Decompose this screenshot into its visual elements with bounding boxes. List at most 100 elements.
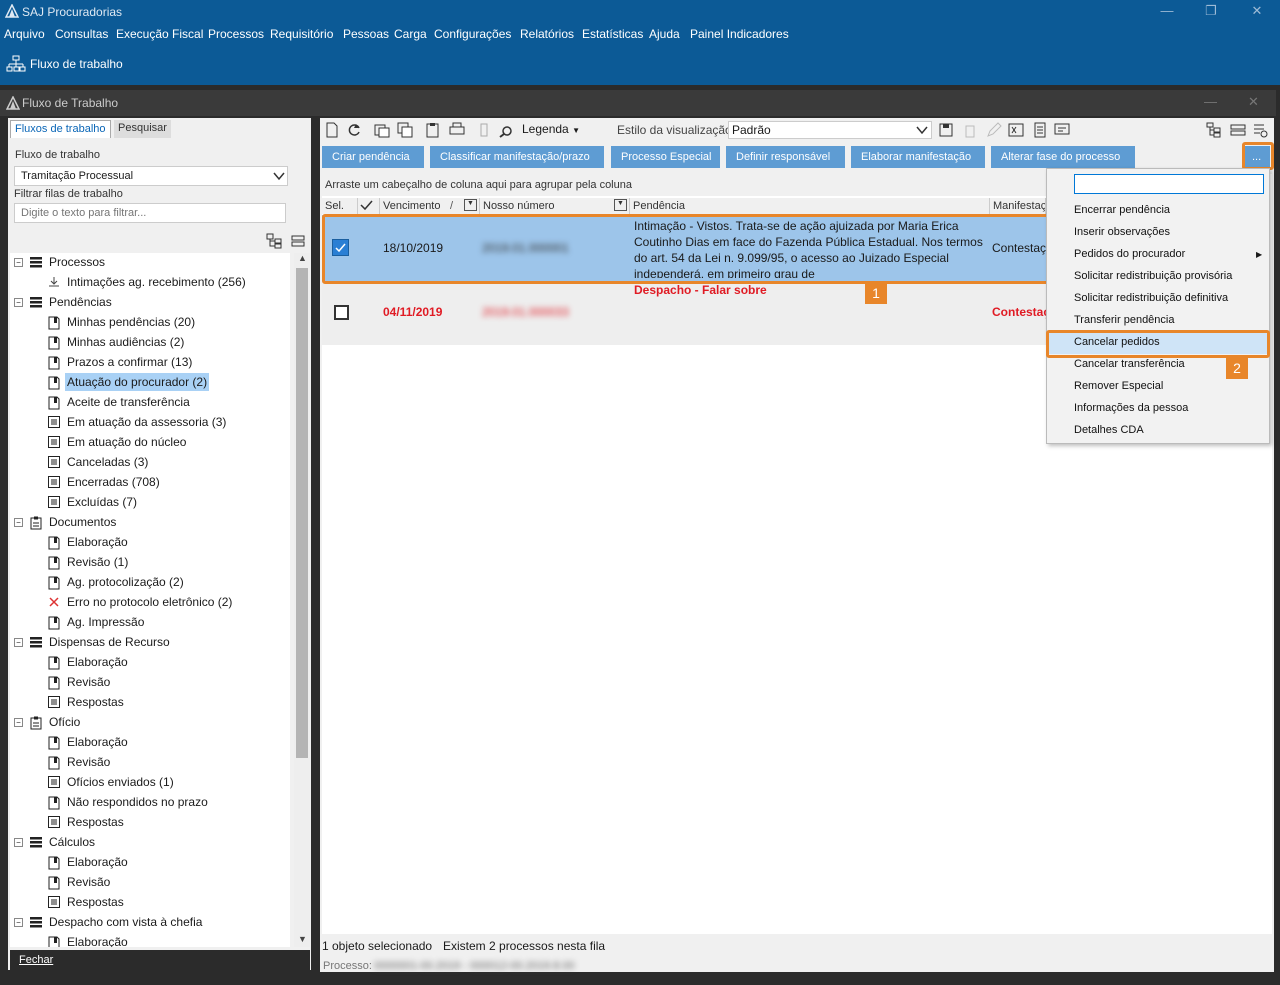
menu-search-input[interactable] — [1074, 174, 1264, 194]
tree-item[interactable]: Pendências — [49, 293, 112, 311]
menu-item-inserir-observacoes[interactable]: Inserir observações — [1074, 226, 1170, 238]
tree-item[interactable]: Ofícios enviados (1) — [67, 773, 174, 791]
search-document-icon[interactable] — [498, 122, 514, 138]
tree-toggle-icon[interactable]: − — [14, 258, 23, 267]
excel-icon[interactable] — [1008, 122, 1024, 138]
tree-item[interactable]: Despacho com vista à chefia — [49, 913, 202, 931]
menu-requisitorio[interactable]: Requisitório — [270, 27, 333, 41]
scroll-up-icon[interactable]: ▲ — [298, 253, 307, 263]
header-manifestacao[interactable]: Manifestação — [990, 198, 1046, 214]
criar-pendencia-button[interactable]: Criar pendência — [322, 146, 424, 168]
header-pendencia[interactable]: Pendência — [630, 198, 990, 214]
tree-item[interactable]: Respostas — [67, 893, 124, 911]
tree-item[interactable]: Excluídas (7) — [67, 493, 137, 511]
menu-relatorios[interactable]: Relatórios — [520, 27, 574, 41]
paste-icon[interactable] — [425, 122, 441, 138]
row-checkbox[interactable] — [334, 305, 349, 320]
menu-item-informacoes-pessoa[interactable]: Informações da pessoa — [1074, 402, 1188, 414]
menu-item-cancelar-transferencia[interactable]: Cancelar transferência — [1074, 358, 1185, 370]
header-vencimento[interactable]: Vencimento / ▼ — [380, 198, 480, 214]
tree-item[interactable]: Ag. Impressão — [67, 613, 144, 631]
tree-toggle-icon[interactable]: − — [14, 718, 23, 727]
fluxo-quick-button[interactable]: Fluxo de trabalho — [4, 54, 134, 74]
definir-responsavel-button[interactable]: Definir responsável — [726, 146, 845, 168]
tree-item[interactable]: Minhas audiências (2) — [67, 333, 184, 351]
tree-expand-icon[interactable] — [266, 233, 284, 249]
tree-item[interactable]: Processos — [49, 253, 105, 271]
menu-estatisticas[interactable]: Estatísticas — [582, 27, 643, 41]
filter-dropdown-icon[interactable]: ▼ — [614, 199, 627, 211]
tree-item[interactable]: Ag. protocolização (2) — [67, 573, 184, 591]
processo-especial-button[interactable]: Processo Especial — [611, 146, 720, 168]
tree-item[interactable]: Aceite de transferência — [67, 393, 190, 411]
menu-painel-indicadores[interactable]: Painel Indicadores — [690, 27, 789, 41]
tree-toggle-icon[interactable]: − — [14, 298, 23, 307]
hierarchy-icon[interactable] — [1206, 122, 1222, 138]
menu-carga[interactable]: Carga — [394, 27, 427, 41]
tree-item[interactable]: Respostas — [67, 693, 124, 711]
menu-item-remover-especial[interactable]: Remover Especial — [1074, 380, 1163, 392]
menu-item-transferir-pendencia[interactable]: Transferir pendência — [1074, 314, 1174, 326]
tree-item[interactable]: Canceladas (3) — [67, 453, 148, 471]
tree-item[interactable]: Atuação do procurador (2) — [65, 373, 210, 391]
tree-item[interactable]: Documentos — [49, 513, 116, 531]
menu-execucao-fiscal[interactable]: Execução Fiscal — [116, 27, 203, 41]
header-nosso-numero[interactable]: Nosso número ▼ — [480, 198, 630, 214]
view-style-select[interactable]: Padrão — [728, 121, 932, 139]
scroll-down-icon[interactable]: ▼ — [298, 934, 307, 944]
menu-configuracoes[interactable]: Configurações — [434, 27, 511, 41]
window-close-icon[interactable]: ✕ — [1248, 94, 1259, 110]
tree-item[interactable]: Em atuação do núcleo — [67, 433, 186, 451]
refresh-icon[interactable] — [346, 122, 362, 138]
filter-dropdown-icon[interactable]: ▼ — [464, 199, 477, 211]
legend-dropdown[interactable]: Legenda ▼ — [522, 122, 580, 138]
new-document-icon[interactable] — [324, 122, 340, 138]
menu-item-pedidos-procurador[interactable]: Pedidos do procurador — [1074, 248, 1185, 260]
tab-fluxos-de-trabalho[interactable]: Fluxos de trabalho — [10, 120, 111, 138]
menu-processos[interactable]: Processos — [208, 27, 264, 41]
tree-toggle-icon[interactable]: − — [14, 918, 23, 927]
menu-item-detalhes-cda[interactable]: Detalhes CDA — [1074, 424, 1144, 436]
menu-pessoas[interactable]: Pessoas — [343, 27, 389, 41]
filter-input[interactable] — [14, 203, 286, 223]
window-minimize-icon[interactable]: — — [1204, 94, 1217, 109]
menu-ajuda[interactable]: Ajuda — [649, 27, 680, 41]
restore-icon[interactable]: ❐ — [1202, 2, 1220, 20]
menu-item-redistribuicao-definitiva[interactable]: Solicitar redistribuição definitiva — [1074, 292, 1228, 304]
alterar-fase-button[interactable]: Alterar fase do processo — [991, 146, 1135, 168]
tree-item[interactable]: Elaboração — [67, 533, 128, 551]
notes-icon[interactable] — [1032, 122, 1048, 138]
copy-list-icon[interactable] — [374, 122, 390, 138]
close-icon[interactable]: ✕ — [1248, 2, 1266, 20]
tree-item[interactable]: Dispensas de Recurso — [49, 633, 170, 651]
classificar-manifestacao-button[interactable]: Classificar manifestação/prazo — [430, 146, 604, 168]
tree-item[interactable]: Respostas — [67, 813, 124, 831]
tree-toggle-icon[interactable]: − — [14, 518, 23, 527]
tree-item[interactable]: Elaboração — [67, 733, 128, 751]
elaborar-manifestacao-button[interactable]: Elaborar manifestação — [851, 146, 985, 168]
tree-toggle-icon[interactable]: − — [14, 638, 23, 647]
table-row[interactable]: 04/11/2019 2019.01.000033 Despacho - Fal… — [322, 281, 1046, 345]
tree-item[interactable]: Revisão (1) — [67, 553, 128, 571]
menu-arquivo[interactable]: Arquivo — [4, 27, 45, 41]
save-icon[interactable] — [938, 122, 954, 138]
tab-pesquisar[interactable]: Pesquisar — [114, 120, 171, 138]
tree-scrollbar-thumb[interactable] — [296, 268, 308, 758]
tree-item[interactable]: Elaboração — [67, 933, 128, 947]
tree-item[interactable]: Elaboração — [67, 653, 128, 671]
menu-consultas[interactable]: Consultas — [55, 27, 108, 41]
tree-item[interactable]: Intimações ag. recebimento (256) — [67, 273, 246, 291]
tree-collapse-icon[interactable] — [291, 234, 305, 248]
tree-item[interactable]: Encerradas (708) — [67, 473, 160, 491]
tree-item[interactable]: Erro no protocolo eletrônico (2) — [67, 593, 232, 611]
panel-layout-icon[interactable] — [1230, 122, 1246, 138]
tree-item[interactable]: Não respondidos no prazo — [67, 793, 208, 811]
header-sel[interactable]: Sel. — [322, 198, 358, 214]
header-check-all[interactable] — [358, 198, 380, 214]
print-icon[interactable] — [449, 122, 465, 138]
tree-item[interactable]: Revisão — [67, 873, 110, 891]
tree-item[interactable]: Elaboração — [67, 853, 128, 871]
duplicate-icon[interactable] — [397, 122, 413, 138]
settings-list-icon[interactable] — [1252, 122, 1268, 138]
close-button[interactable]: Fechar — [10, 950, 310, 970]
